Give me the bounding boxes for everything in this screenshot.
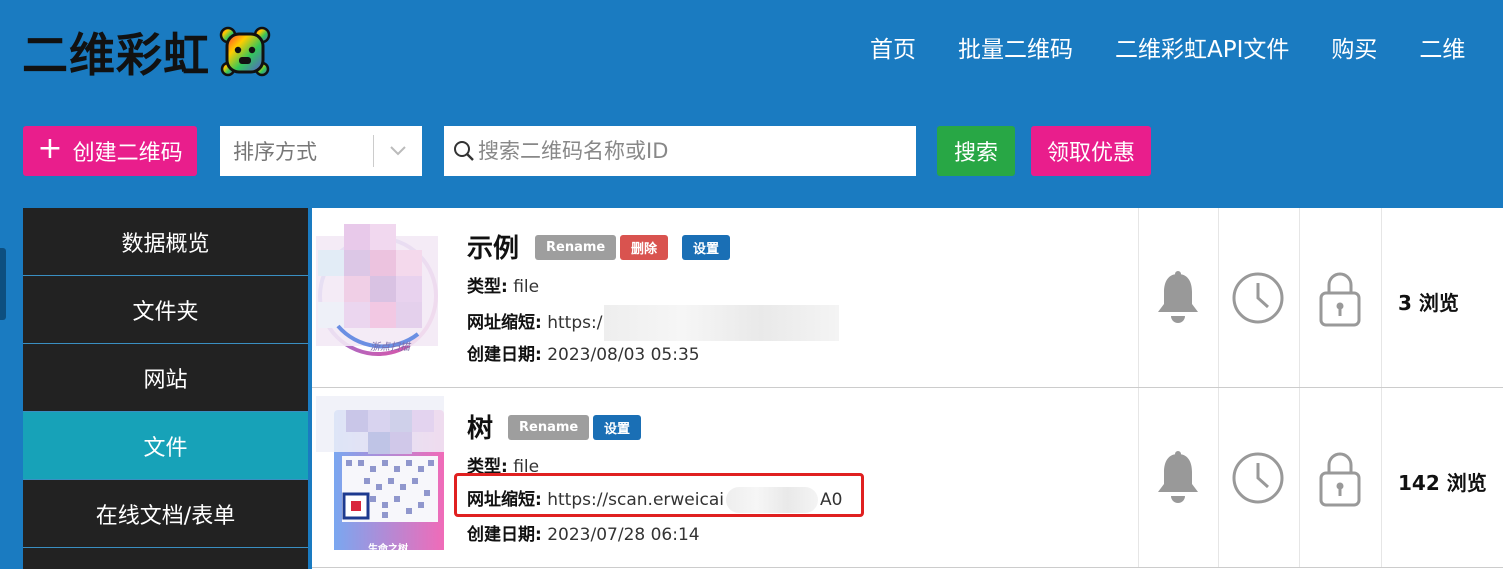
column-divider bbox=[1299, 208, 1300, 387]
column-divider bbox=[1381, 208, 1382, 387]
column-divider bbox=[1138, 388, 1139, 567]
column-divider bbox=[1138, 208, 1139, 387]
nav-more[interactable]: 二维 bbox=[1419, 30, 1465, 64]
type-value: file bbox=[513, 277, 540, 297]
delete-button[interactable]: 删除 bbox=[620, 235, 669, 260]
view-count: 142 浏览 bbox=[1398, 471, 1487, 495]
short-url-field: 网址缩短: https:/ bbox=[467, 305, 840, 341]
short-url-value[interactable]: https:/ bbox=[547, 313, 602, 333]
sidebar-item-folders[interactable]: 文件夹 bbox=[23, 276, 308, 344]
search-box bbox=[444, 126, 916, 176]
type-field: 类型: file bbox=[467, 272, 539, 297]
sort-select[interactable]: 排序方式 bbox=[220, 126, 422, 176]
short-url-label: 网址缩短: bbox=[467, 313, 542, 333]
nav-home[interactable]: 首页 bbox=[870, 30, 916, 64]
settings-button[interactable]: 设置 bbox=[682, 235, 731, 260]
url-highlight-box bbox=[454, 473, 864, 517]
redacted-url bbox=[604, 305, 840, 341]
column-divider bbox=[1381, 388, 1382, 567]
sidebar-item-overview[interactable]: 数据概览 bbox=[23, 208, 308, 276]
column-divider bbox=[1299, 388, 1300, 567]
qr-thumbnail-caption: 浙点扫描 bbox=[370, 342, 410, 353]
qr-thumbnail[interactable] bbox=[316, 396, 444, 556]
rename-button[interactable]: Rename bbox=[508, 415, 590, 440]
rainbow-bear-icon bbox=[219, 26, 271, 77]
sidebar-item-website[interactable]: 网站 bbox=[23, 344, 308, 412]
chevron-down-icon bbox=[374, 145, 422, 157]
create-qr-label: 创建二维码 bbox=[72, 141, 183, 166]
nav-batch[interactable]: 批量二维码 bbox=[958, 30, 1073, 64]
created-field: 创建日期: 2023/08/03 05:35 bbox=[467, 340, 700, 365]
created-value: 2023/07/28 06:14 bbox=[547, 525, 700, 545]
sidebar-item-docs-forms[interactable]: 在线文档/表单 bbox=[23, 480, 308, 548]
type-label: 类型: bbox=[467, 277, 508, 297]
column-divider bbox=[1218, 208, 1219, 387]
nav-buy[interactable]: 购买 bbox=[1331, 30, 1377, 64]
created-field: 创建日期: 2023/07/28 06:14 bbox=[467, 520, 700, 545]
lock-icon[interactable] bbox=[1310, 448, 1370, 508]
list-item: 浙点扫描 示例 Rename 删除 设置 类型: file 网址缩短: http… bbox=[312, 208, 1503, 388]
qr-name[interactable]: 树 bbox=[467, 408, 493, 445]
search-icon bbox=[444, 139, 478, 163]
left-edge-handle bbox=[0, 248, 6, 320]
bell-icon[interactable] bbox=[1148, 448, 1208, 508]
logo[interactable]: 二维彩虹 bbox=[22, 22, 272, 82]
settings-button[interactable]: 设置 bbox=[593, 415, 642, 440]
created-label: 创建日期: bbox=[467, 345, 542, 365]
create-qr-button[interactable]: + 创建二维码 bbox=[23, 126, 197, 176]
qr-name[interactable]: 示例 bbox=[467, 228, 519, 265]
clock-icon[interactable] bbox=[1228, 448, 1288, 508]
plus-icon: + bbox=[37, 131, 63, 166]
column-divider bbox=[1218, 388, 1219, 567]
qr-thumbnail-caption: 生命之树 bbox=[368, 544, 408, 555]
created-value: 2023/08/03 05:35 bbox=[547, 345, 700, 365]
sidebar: 数据概览 文件夹 网站 文件 在线文档/表单 bbox=[23, 208, 308, 569]
nav-api-docs[interactable]: 二维彩虹API文件 bbox=[1115, 30, 1289, 64]
logo-text: 二维彩虹 bbox=[22, 28, 210, 82]
coupon-button[interactable]: 领取优惠 bbox=[1031, 126, 1151, 176]
sort-select-label: 排序方式 bbox=[233, 140, 317, 164]
lock-icon[interactable] bbox=[1310, 268, 1370, 328]
top-nav: 首页 批量二维码 二维彩虹API文件 购买 二维 bbox=[870, 30, 1503, 64]
sidebar-item-file[interactable]: 文件 bbox=[23, 412, 308, 480]
search-button[interactable]: 搜索 bbox=[937, 126, 1015, 176]
rename-button[interactable]: Rename bbox=[535, 235, 617, 260]
bell-icon[interactable] bbox=[1148, 268, 1208, 328]
view-count: 3 浏览 bbox=[1398, 291, 1459, 315]
clock-icon[interactable] bbox=[1228, 268, 1288, 328]
search-input[interactable] bbox=[478, 126, 916, 176]
created-label: 创建日期: bbox=[467, 525, 542, 545]
